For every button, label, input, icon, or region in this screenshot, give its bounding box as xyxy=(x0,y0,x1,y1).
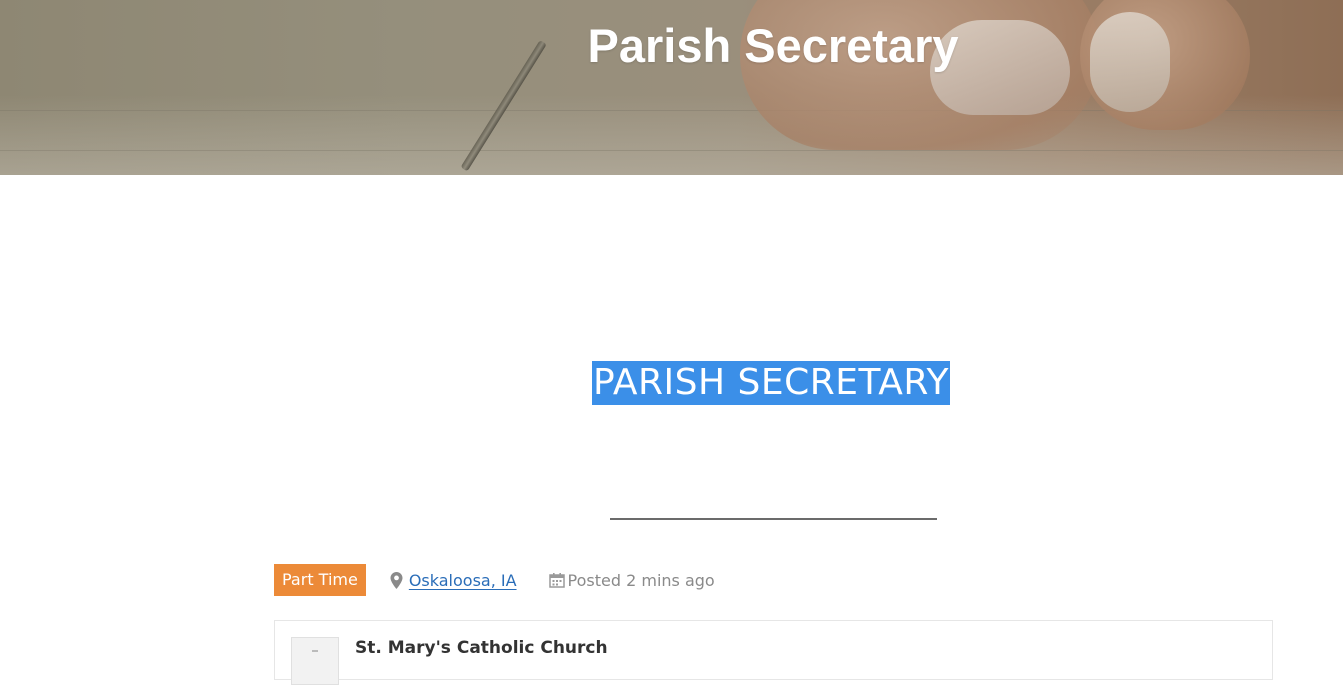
job-location: Oskaloosa, IA xyxy=(390,571,517,590)
hero-banner: Parish Secretary xyxy=(0,0,1343,175)
calendar-icon xyxy=(548,573,565,588)
company-card: St. Mary's Catholic Church xyxy=(274,620,1273,685)
posted-date: Posted 2 mins ago xyxy=(548,570,715,590)
posted-text: Posted 2 mins ago xyxy=(567,570,715,590)
map-pin-icon xyxy=(390,571,403,589)
page-title: Parish Secretary xyxy=(587,19,959,72)
job-title: PARISH SECRETARY xyxy=(593,362,950,403)
company-logo xyxy=(291,637,339,685)
company-name: St. Mary's Catholic Church xyxy=(355,638,608,658)
job-type-badge: Part Time xyxy=(274,564,366,596)
hero-paper-line xyxy=(0,150,1343,151)
job-title-selection: PARISH SECRETARY xyxy=(592,361,951,405)
location-link[interactable]: Oskaloosa, IA xyxy=(409,571,517,590)
job-meta-row: Part Time Oskaloosa, IA Posted 2 mins ag… xyxy=(274,564,715,596)
title-divider xyxy=(610,518,937,520)
